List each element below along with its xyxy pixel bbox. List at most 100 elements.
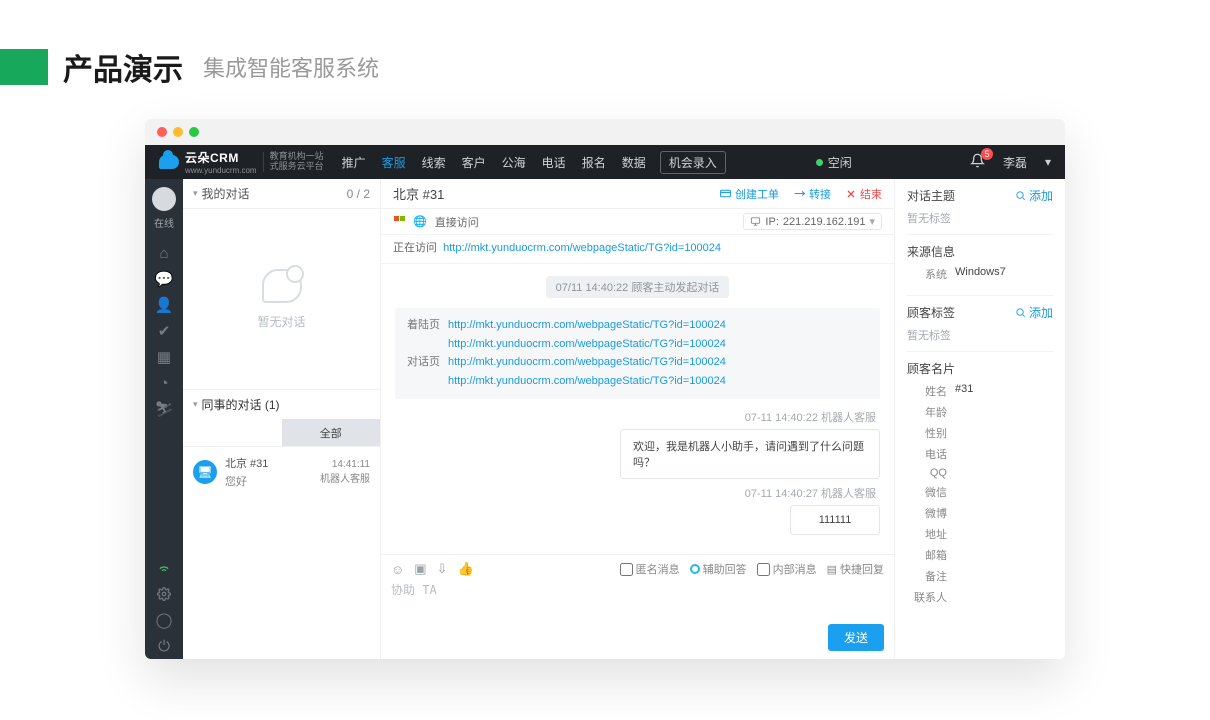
tab-all[interactable]: 全部 bbox=[282, 419, 381, 446]
slide-title: 产品演示 bbox=[63, 45, 183, 89]
topic-heading: 对话主题 bbox=[907, 187, 955, 204]
current-user[interactable]: 李磊 bbox=[1003, 154, 1027, 171]
attachment-button[interactable]: ⇩ bbox=[437, 561, 448, 577]
anonymous-checkbox[interactable]: 匿名消息 bbox=[620, 561, 680, 577]
record-opportunity-button[interactable]: 机会录入 bbox=[660, 151, 726, 174]
create-ticket-button[interactable]: 创建工单 bbox=[719, 186, 779, 202]
transfer-button[interactable]: 转接 bbox=[793, 186, 831, 202]
gear-icon bbox=[157, 587, 171, 601]
rail-settings[interactable] bbox=[145, 581, 183, 607]
ticket-icon bbox=[719, 187, 732, 200]
nav-links: 推广 客服 线索 客户 公海 电话 报名 数据 bbox=[342, 154, 646, 171]
avatar[interactable] bbox=[152, 187, 176, 211]
chat-header: 北京 #31 创建工单 转接 结束 bbox=[381, 179, 894, 209]
add-tag-button[interactable]: 添加 bbox=[1015, 304, 1053, 321]
internal-checkbox[interactable]: 内部消息 bbox=[757, 561, 817, 577]
tab-blank[interactable] bbox=[183, 419, 282, 446]
rail-power[interactable]: ⏻ bbox=[145, 633, 183, 659]
chat-page-link[interactable]: http://mkt.yunduocrm.com/webpageStatic/T… bbox=[448, 353, 726, 372]
chat-bubble: 111111 bbox=[790, 505, 880, 535]
chat-title: 北京 #31 bbox=[393, 184, 444, 203]
brand-tagline: 教育机构一站式服务云平台 bbox=[263, 152, 324, 172]
rail-wifi[interactable] bbox=[145, 555, 183, 581]
rail-calendar[interactable]: ▦ bbox=[145, 344, 183, 370]
minimize-dot[interactable] bbox=[173, 127, 183, 137]
rail-status: 在线 bbox=[154, 215, 174, 230]
tags-heading: 顾客标签 bbox=[907, 304, 955, 321]
nav-service[interactable]: 客服 bbox=[382, 154, 406, 171]
wifi-icon bbox=[157, 561, 171, 575]
my-conv-header[interactable]: ▾ 我的对话 0 / 2 bbox=[183, 179, 380, 209]
nav-customers[interactable]: 客户 bbox=[462, 154, 486, 171]
rail-chart[interactable]: ◔ bbox=[145, 370, 183, 396]
windows-icon bbox=[393, 216, 405, 228]
brand-url: www.yunducrm.com bbox=[185, 166, 257, 175]
rail-chat[interactable]: 💬 bbox=[145, 266, 183, 292]
rail-user[interactable]: 👤 bbox=[145, 292, 183, 318]
landing-link-2[interactable]: http://mkt.yunduocrm.com/webpageStatic/T… bbox=[448, 335, 726, 354]
ip-display[interactable]: IP: 221.219.162.191 ▾ bbox=[743, 213, 882, 230]
rail-check[interactable]: ✔ bbox=[145, 318, 183, 344]
quick-reply-button[interactable]: ▤ 快捷回复 bbox=[827, 561, 884, 577]
nav-promo[interactable]: 推广 bbox=[342, 154, 366, 171]
brand: 云朵CRM www.yunducrm.com 教育机构一站式服务云平台 bbox=[159, 149, 324, 175]
send-button[interactable]: 发送 bbox=[828, 624, 884, 651]
search-icon bbox=[1015, 307, 1026, 318]
chevron-down-icon: ▾ bbox=[193, 399, 198, 410]
rail-help[interactable]: ◯ bbox=[145, 607, 183, 633]
user-menu-chevron-icon[interactable]: ▾ bbox=[1045, 155, 1051, 169]
zoom-dot[interactable] bbox=[189, 127, 199, 137]
origin-row: 🌐 直接访问 IP: 221.219.162.191 ▾ bbox=[381, 209, 894, 235]
top-nav: 云朵CRM www.yunducrm.com 教育机构一站式服务云平台 推广 客… bbox=[145, 145, 1065, 179]
chrome-icon: 🌐 bbox=[413, 215, 427, 228]
landing-link[interactable]: http://mkt.yunduocrm.com/webpageStatic/T… bbox=[448, 316, 726, 335]
nav-data[interactable]: 数据 bbox=[622, 154, 646, 171]
colleague-tabs: 全部 bbox=[183, 419, 380, 447]
chevron-down-icon: ▾ bbox=[193, 188, 198, 199]
rail-group[interactable]: ⛷ bbox=[145, 396, 183, 422]
status-dot-icon bbox=[816, 159, 823, 166]
close-dot[interactable] bbox=[157, 127, 167, 137]
colleague-conv-header[interactable]: ▾ 同事的对话 (1) bbox=[183, 389, 380, 419]
nav-signup[interactable]: 报名 bbox=[582, 154, 606, 171]
emoji-button[interactable]: ☺ bbox=[391, 562, 404, 577]
accent-block bbox=[0, 49, 48, 85]
brand-name: 云朵CRM bbox=[185, 149, 257, 166]
conversation-panel: ▾ 我的对话 0 / 2 暂无对话 ▾ 同事的对话 (1) 全部 🖥 北京 #3… bbox=[183, 179, 381, 659]
composer: ☺ ▣ ⇩ 👍 匿名消息 辅助回答 内部消息 ▤ 快捷回复 发送 bbox=[381, 554, 894, 659]
window-titlebar bbox=[145, 119, 1065, 145]
source-heading: 来源信息 bbox=[907, 243, 955, 260]
msg-meta: 07-11 14:40:27 机器人客服 bbox=[395, 485, 876, 501]
notifications-button[interactable]: 5 bbox=[970, 153, 985, 171]
image-button[interactable]: ▣ bbox=[414, 561, 426, 577]
origin-direct: 直接访问 bbox=[435, 214, 479, 230]
monitor-icon bbox=[750, 216, 761, 227]
visiting-link[interactable]: http://mkt.yunduocrm.com/webpageStatic/T… bbox=[443, 242, 721, 254]
chat-panel: 北京 #31 创建工单 转接 结束 bbox=[381, 179, 895, 659]
right-panel: 对话主题 添加 暂无标签 来源信息 系统Windows7 顾客标签 添加 bbox=[895, 179, 1065, 659]
status-idle[interactable]: 空闲 bbox=[816, 154, 852, 171]
chat-log: 07/11 14:40:22 顾客主动发起对话 着陆页http://mkt.yu… bbox=[381, 264, 894, 554]
chat-page-link-2[interactable]: http://mkt.yunduocrm.com/webpageStatic/T… bbox=[448, 372, 726, 391]
nav-leads[interactable]: 线索 bbox=[422, 154, 446, 171]
search-icon bbox=[1015, 190, 1026, 201]
transfer-icon bbox=[793, 187, 806, 200]
slide-header: 产品演示 集成智能客服系统 bbox=[0, 45, 1210, 89]
cloud-icon bbox=[159, 155, 179, 169]
page-info-box: 着陆页http://mkt.yunduocrm.com/webpageStati… bbox=[395, 308, 880, 399]
assist-radio[interactable]: 辅助回答 bbox=[690, 561, 747, 577]
nav-phone[interactable]: 电话 bbox=[542, 154, 566, 171]
thumbs-up-button[interactable]: 👍 bbox=[457, 561, 473, 577]
rail-home[interactable]: ⌂ bbox=[145, 240, 183, 266]
msg-meta: 07-11 14:40:22 机器人客服 bbox=[395, 409, 876, 425]
nav-pool[interactable]: 公海 bbox=[502, 154, 526, 171]
empty-state: 暂无对话 bbox=[183, 209, 380, 389]
message-input[interactable] bbox=[391, 581, 884, 621]
slide-subtitle: 集成智能客服系统 bbox=[203, 51, 379, 83]
add-topic-button[interactable]: 添加 bbox=[1015, 187, 1053, 204]
close-icon bbox=[845, 188, 857, 200]
monitor-icon: 🖥 bbox=[193, 460, 217, 484]
end-chat-button[interactable]: 结束 bbox=[845, 186, 882, 202]
conversation-item[interactable]: 🖥 北京 #31 您好 14:41:11 机器人客服 bbox=[183, 447, 380, 497]
empty-chat-icon bbox=[262, 269, 302, 303]
